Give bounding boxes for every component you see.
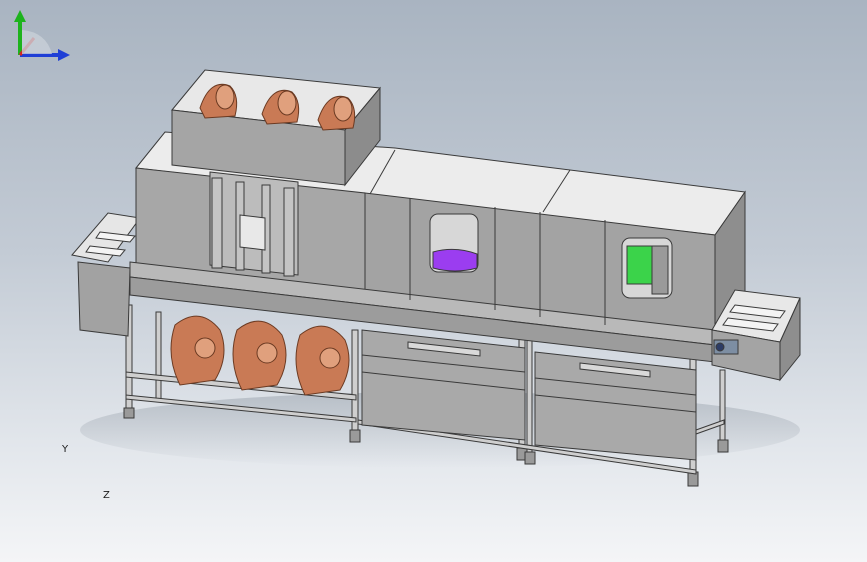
open-section bbox=[209, 171, 299, 277]
coordinate-triad bbox=[14, 10, 70, 61]
machine-model[interactable] bbox=[0, 0, 867, 562]
inspection-window-right bbox=[621, 237, 673, 299]
graphics-viewport[interactable]: Y Z bbox=[0, 0, 867, 562]
y-axis-label: Y bbox=[62, 444, 69, 455]
z-axis-label: Z bbox=[103, 490, 110, 501]
inspection-window-left bbox=[429, 213, 479, 273]
